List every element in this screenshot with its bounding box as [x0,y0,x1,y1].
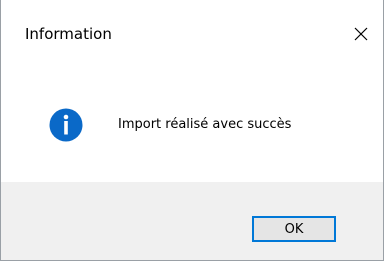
message-text: Import réalisé avec succès [118,117,292,132]
dialog-content: Import réalisé avec succès [1,70,383,182]
dialog-footer: OK [1,182,383,260]
window-title: Information [25,25,112,43]
ok-button[interactable]: OK [252,216,336,242]
close-icon [354,27,368,41]
title-bar: Information [1,0,383,70]
ok-button-label: OK [284,221,304,237]
close-button[interactable] [339,14,383,54]
information-dialog: Information Import réalisé avec succès O… [0,0,384,261]
info-icon [49,108,83,142]
